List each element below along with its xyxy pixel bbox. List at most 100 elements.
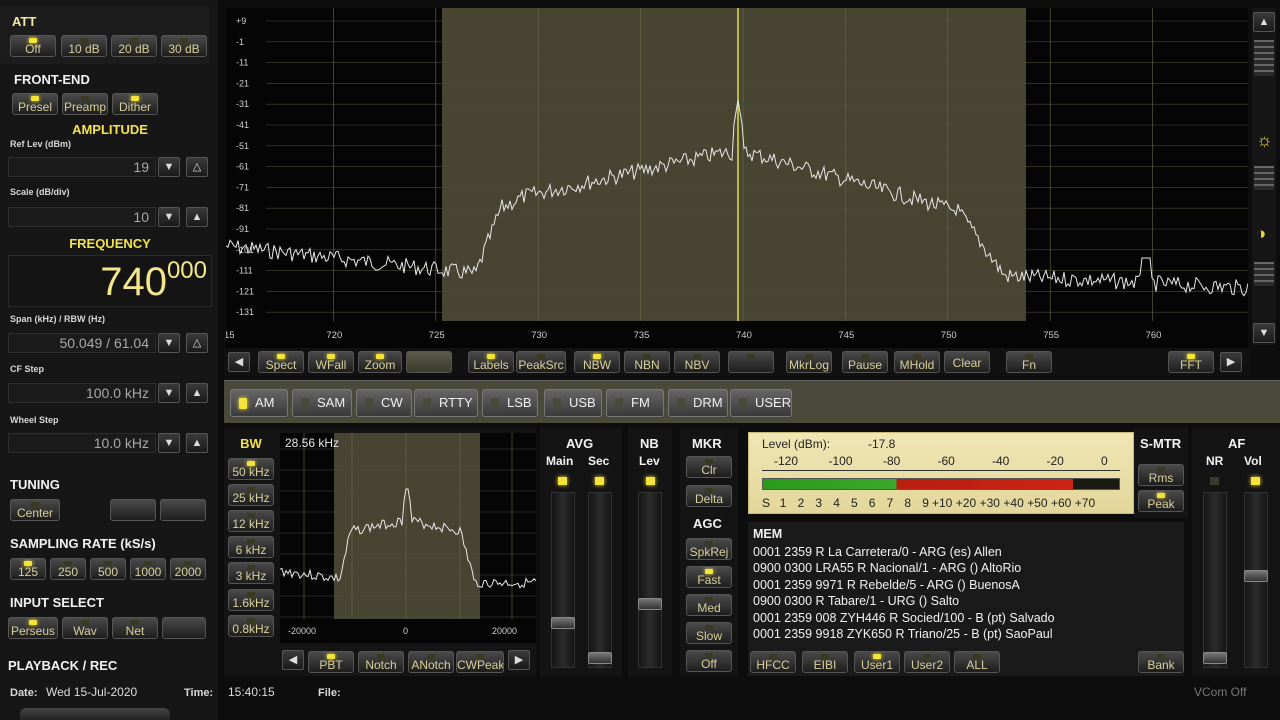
agc-spkrej-button[interactable]: SpkRej xyxy=(686,538,732,560)
ref-level-down[interactable]: ▼ xyxy=(158,157,180,177)
cf-step-down[interactable]: ▼ xyxy=(158,383,180,403)
nbn-button[interactable]: NBN xyxy=(624,351,670,373)
preamp-button[interactable]: Preamp xyxy=(62,93,108,115)
af-nr-slider[interactable] xyxy=(1203,492,1227,668)
all-button[interactable]: ALL xyxy=(954,651,1000,673)
cwpeak-button[interactable]: CWPeak xyxy=(456,651,504,673)
mem-row[interactable]: 0001 2359 9971 R Rebelde/5 - ARG () Buen… xyxy=(753,577,1179,593)
scale-up[interactable]: ▲ xyxy=(186,207,208,227)
pbt-button[interactable]: PBT xyxy=(308,651,354,673)
avg-sec-knob[interactable] xyxy=(588,652,612,664)
user2-button[interactable]: User2 xyxy=(904,651,950,673)
tuning-button-3[interactable] xyxy=(160,499,206,521)
af-nr-knob[interactable] xyxy=(1203,652,1227,664)
toolbar-dim-button[interactable] xyxy=(728,351,774,373)
scroll-down-arrow[interactable]: ▼ xyxy=(1253,323,1275,343)
mode-lsb-button[interactable]: LSB xyxy=(482,389,538,417)
att-off-button[interactable]: Off xyxy=(10,35,56,57)
ref-level-up[interactable]: △ xyxy=(186,157,208,177)
mode-user-button[interactable]: USER xyxy=(730,389,792,417)
avg-main-knob[interactable] xyxy=(551,617,575,629)
mem-row[interactable]: 0001 2359 008 ZYH446 R Socied/100 - B (p… xyxy=(753,610,1179,626)
mode-fm-button[interactable]: FM xyxy=(606,389,664,417)
agc-fast-button[interactable]: Fast xyxy=(686,566,732,588)
labels-button[interactable]: Labels xyxy=(468,351,514,373)
wheel-step-up[interactable]: ▲ xyxy=(186,433,208,453)
bw-0-8khz-button[interactable]: 0.8kHz xyxy=(228,615,274,637)
span-down[interactable]: ▼ xyxy=(158,333,180,353)
att-20db-button[interactable]: 20 dB xyxy=(111,35,157,57)
nb-level-slider[interactable] xyxy=(638,492,662,668)
bw-3khz-button[interactable]: 3 kHz xyxy=(228,562,274,584)
bw-right-arrow[interactable]: ▶ xyxy=(508,650,530,670)
mode-cw-button[interactable]: CW xyxy=(356,389,412,417)
bw-50khz-button[interactable]: 50 kHz xyxy=(228,458,274,480)
scroll-thumb[interactable] xyxy=(1254,40,1274,76)
rate-500-button[interactable]: 500 xyxy=(90,558,126,580)
mkr-clr-button[interactable]: Clr xyxy=(686,456,732,478)
mode-drm-button[interactable]: DRM xyxy=(668,389,728,417)
brightness-icon[interactable]: ☼ xyxy=(1256,130,1273,151)
rate-250-button[interactable]: 250 xyxy=(50,558,86,580)
rate-1000-button[interactable]: 1000 xyxy=(130,558,166,580)
wfall-button[interactable]: WFall xyxy=(308,351,354,373)
spect-button[interactable]: Spect xyxy=(258,351,304,373)
bw-display[interactable] xyxy=(280,433,536,643)
mem-list[interactable]: 0001 2359 R La Carretera/0 - ARG (es) Al… xyxy=(753,544,1179,642)
contrast-icon[interactable]: ◑ xyxy=(1256,224,1266,244)
af-vol-knob[interactable] xyxy=(1244,570,1268,582)
bw-1-6khz-button[interactable]: 1.6kHz xyxy=(228,589,274,611)
spectrum-display[interactable]: +9 -1 -11 -21 -31 -41 -51 -61 -71 -81 -91 -101 -111 -… xyxy=(226,8,1248,353)
span-up[interactable]: △ xyxy=(186,333,208,353)
avg-main-slider[interactable] xyxy=(551,492,575,668)
wheel-step-field[interactable]: 10.0 kHz xyxy=(8,433,156,453)
input-button-4[interactable] xyxy=(162,617,206,639)
mode-sam-button[interactable]: SAM xyxy=(292,389,352,417)
bw-12khz-button[interactable]: 12 kHz xyxy=(228,510,274,532)
agc-med-button[interactable]: Med xyxy=(686,594,732,616)
transport-buttons[interactable] xyxy=(20,708,170,720)
zoom-button[interactable]: Zoom xyxy=(358,351,402,373)
mkr-delta-button[interactable]: Delta xyxy=(686,485,732,507)
rate-125-button[interactable]: 125 xyxy=(10,558,46,580)
fn-button[interactable]: Fn xyxy=(1006,351,1052,373)
eibi-button[interactable]: EIBI xyxy=(802,651,848,673)
scroll-grip-3[interactable] xyxy=(1254,262,1274,286)
nb-level-knob[interactable] xyxy=(638,598,662,610)
nbw-button[interactable]: NBW xyxy=(574,351,620,373)
rate-2000-button[interactable]: 2000 xyxy=(170,558,206,580)
agc-slow-button[interactable]: Slow xyxy=(686,622,732,644)
smtr-peak-button[interactable]: Peak xyxy=(1138,490,1184,512)
hfcc-button[interactable]: HFCC xyxy=(750,651,796,673)
scroll-grip-2[interactable] xyxy=(1254,166,1274,190)
bw-6khz-button[interactable]: 6 kHz xyxy=(228,536,274,558)
tuning-button-2[interactable] xyxy=(110,499,156,521)
ref-level-field[interactable]: 19 xyxy=(8,157,156,177)
fft-button[interactable]: FFT xyxy=(1168,351,1214,373)
scale-field[interactable]: 10 xyxy=(8,207,156,227)
mode-usb-button[interactable]: USB xyxy=(544,389,602,417)
peaksrc-button[interactable]: PeakSrc xyxy=(516,351,566,373)
att-10db-button[interactable]: 10 dB xyxy=(61,35,107,57)
mhold-button[interactable]: MHold xyxy=(894,351,940,373)
mem-row[interactable]: 0001 2359 9918 ZYK650 R Triano/25 - B (p… xyxy=(753,626,1179,642)
mkrlog-button[interactable]: MkrLog xyxy=(786,351,832,373)
clear-button[interactable]: Clear xyxy=(944,351,990,373)
frequency-display[interactable]: 740000 xyxy=(8,255,212,307)
net-button[interactable]: Net xyxy=(112,617,158,639)
mem-row[interactable]: 0001 2359 R La Carretera/0 - ARG (es) Al… xyxy=(753,544,1179,560)
cf-step-field[interactable]: 100.0 kHz xyxy=(8,383,156,403)
avg-sec-slider[interactable] xyxy=(588,492,612,668)
bw-left-arrow[interactable]: ◀ xyxy=(282,650,304,670)
scroll-up-arrow[interactable]: ▲ xyxy=(1253,12,1275,32)
toolbar-disabled-button[interactable] xyxy=(406,351,452,373)
mem-row[interactable]: 0900 0300 R Tabare/1 - URG () Salto xyxy=(753,593,1179,609)
wheel-step-down[interactable]: ▼ xyxy=(158,433,180,453)
notch-button[interactable]: Notch xyxy=(358,651,404,673)
span-field[interactable]: 50.049 / 61.04 xyxy=(8,333,156,353)
att-30db-button[interactable]: 30 dB xyxy=(161,35,207,57)
wav-button[interactable]: Wav xyxy=(62,617,108,639)
scale-down[interactable]: ▼ xyxy=(158,207,180,227)
presel-button[interactable]: Presel xyxy=(12,93,58,115)
toolbar-left-arrow[interactable]: ◀ xyxy=(228,352,250,372)
